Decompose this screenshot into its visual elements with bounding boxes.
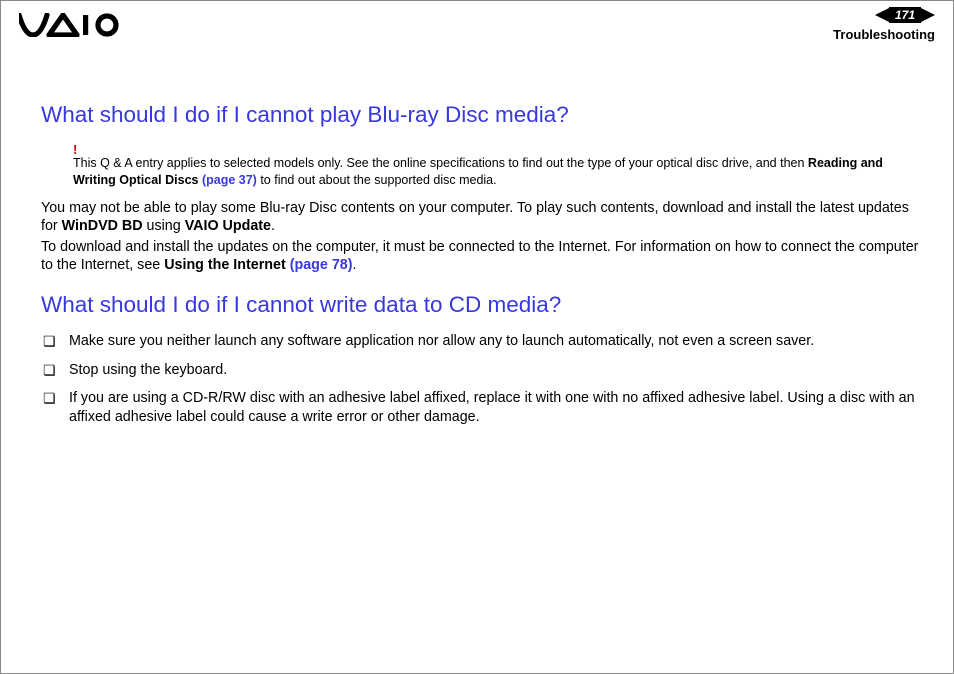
p1-b1: WinDVD BD: [62, 218, 143, 234]
list-item: Make sure you neither launch any softwar…: [41, 332, 919, 351]
paragraph-2: To download and install the updates on t…: [41, 238, 919, 275]
page-content: What should I do if I cannot play Blu-ra…: [1, 55, 953, 426]
list-item: If you are using a CD-R/RW disc with an …: [41, 389, 919, 426]
vaio-logo: [19, 13, 127, 37]
note-text: This Q & A entry applies to selected mod…: [73, 155, 919, 189]
p1-mid: using: [143, 218, 185, 234]
heading-bluray: What should I do if I cannot play Blu-ra…: [41, 101, 919, 128]
page-37-link[interactable]: (page 37): [202, 173, 257, 187]
p1-post: .: [271, 218, 275, 234]
page-78-link[interactable]: (page 78): [290, 257, 353, 273]
section-label: Troubleshooting: [833, 27, 935, 42]
p2-post: .: [352, 257, 356, 273]
prev-page-arrow-icon[interactable]: [875, 7, 889, 23]
page-number: 171: [889, 7, 921, 23]
page-header: 171 Troubleshooting: [1, 1, 953, 55]
cd-tips-list: Make sure you neither launch any softwar…: [41, 332, 919, 426]
next-page-arrow-icon[interactable]: [921, 7, 935, 23]
note-post: to find out about the supported disc med…: [257, 173, 497, 187]
paragraph-1: You may not be able to play some Blu-ray…: [41, 199, 919, 236]
document-page: 171 Troubleshooting What should I do if …: [0, 0, 954, 674]
p1-b2: VAIO Update: [185, 218, 271, 234]
page-navigator: 171: [875, 7, 935, 23]
p2-bold: Using the Internet: [164, 257, 290, 273]
heading-cd: What should I do if I cannot write data …: [41, 291, 919, 318]
list-item: Stop using the keyboard.: [41, 361, 919, 380]
note-pre: This Q & A entry applies to selected mod…: [73, 156, 808, 170]
